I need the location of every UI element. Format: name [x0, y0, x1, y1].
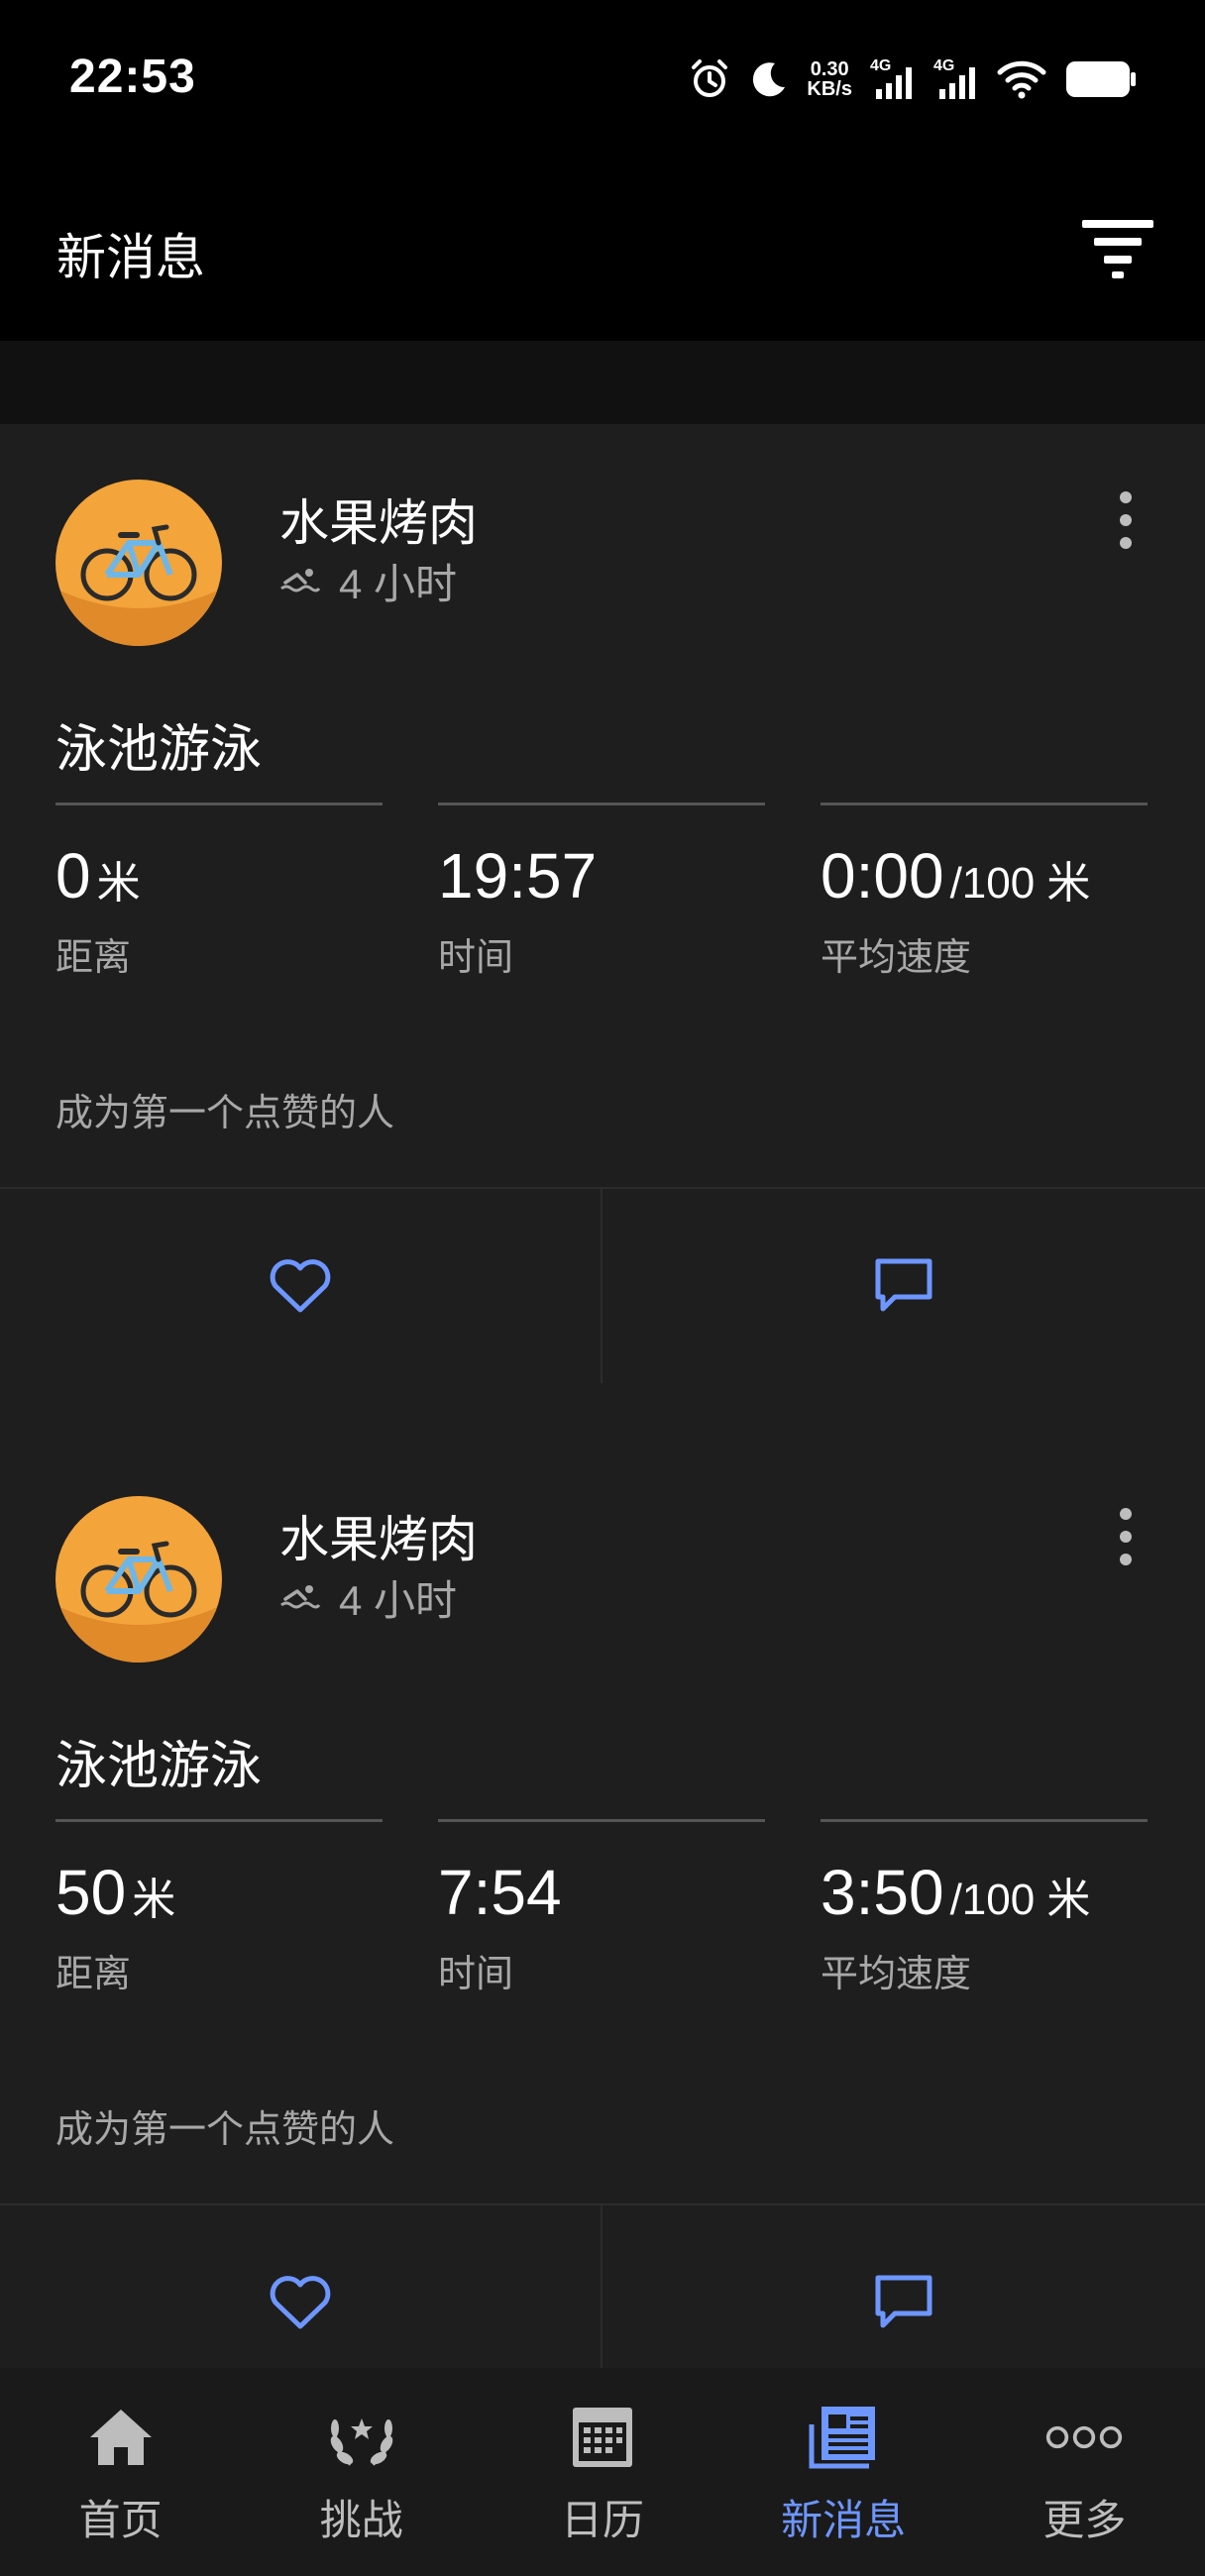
status-time: 22:53: [69, 51, 196, 103]
action-bar: [0, 1187, 1205, 1383]
stat-value: 50: [55, 1857, 127, 1928]
stats-row: 0米 距离 19:57 时间 0:00/100 米 平均速度: [55, 803, 1150, 981]
stat-value: 7:54: [438, 1857, 562, 1928]
like-prompt: 成为第一个点赞的人: [55, 1093, 395, 1134]
nav-item-challenges[interactable]: 挑战: [241, 2368, 482, 2576]
bicycle-icon: [55, 1541, 222, 1663]
stat-label: 距离: [55, 1954, 132, 1995]
activity-title[interactable]: 泳池游泳: [55, 707, 262, 782]
signal-icon: 4G: [933, 57, 979, 101]
more-vertical-icon: [1120, 491, 1132, 503]
action-bar: [0, 2203, 1205, 2368]
stat-value: 19:57: [438, 840, 598, 912]
like-button[interactable]: [0, 1189, 602, 1383]
battery-icon: [1066, 61, 1136, 97]
more-options-button[interactable]: [1106, 485, 1146, 555]
nav-item-more[interactable]: 更多: [964, 2368, 1205, 2576]
stat-label: 平均速度: [821, 1954, 972, 1995]
stat-label: 平均速度: [821, 937, 972, 979]
stat-distance: 0米 距离: [55, 803, 383, 981]
status-icons: 0.30 KB/s 4G 4G: [688, 52, 1138, 107]
nav-label: 日历: [560, 2497, 644, 2543]
activity-card: 水果烤肉 4 小时 泳池游泳 0米 距离 19:57 时间 0:00/100 米: [0, 424, 1205, 1466]
activity-card: 水果烤肉 4 小时 泳池游泳 50 米 距离 7:54 时间 3:50/100 米: [0, 1441, 1205, 2368]
signal-icon: 4G: [870, 57, 916, 101]
avatar[interactable]: [55, 480, 222, 646]
swim-icon: [280, 568, 321, 591]
nav-label: 更多: [1042, 2497, 1127, 2543]
nav-label: 首页: [78, 2497, 163, 2543]
home-icon: [89, 2410, 152, 2465]
more-dots-icon: [1046, 2425, 1123, 2449]
wifi-icon: [997, 60, 1046, 99]
calendar-icon: [572, 2408, 632, 2467]
comment-icon: [875, 2275, 932, 2328]
like-prompt: 成为第一个点赞的人: [55, 2109, 395, 2151]
comment-button[interactable]: [602, 2205, 1205, 2368]
activity-feed[interactable]: 水果烤肉 4 小时 泳池游泳 0米 距离 19:57 时间 0:00/100 米: [0, 341, 1205, 2368]
nav-label: 新消息: [781, 2497, 907, 2543]
heart-icon: [270, 2276, 331, 2329]
user-name[interactable]: 水果烤肉: [279, 1500, 478, 1571]
comment-button[interactable]: [602, 1189, 1205, 1383]
stat-unit: /100 米: [949, 1876, 1091, 1924]
page-title: 新消息: [56, 230, 205, 285]
stat-unit: 米: [132, 1876, 176, 1924]
swim-icon: [280, 1584, 321, 1608]
stat-label: 距离: [55, 937, 132, 979]
time-ago: 4 小时: [339, 1577, 458, 1624]
newsfeed-icon: [809, 2407, 876, 2469]
stat-unit: /100 米: [949, 859, 1091, 908]
nav-label: 挑战: [319, 2497, 403, 2543]
filter-icon: [1082, 220, 1153, 278]
filter-button[interactable]: [1078, 208, 1157, 287]
network-speed: 0.30 KB/s: [807, 58, 852, 100]
nav-item-home[interactable]: 首页: [0, 2368, 241, 2576]
comment-icon: [875, 1258, 932, 1312]
time-ago: 4 小时: [339, 561, 458, 607]
user-name[interactable]: 水果烤肉: [279, 483, 478, 555]
status-bar: 22:53 0.30 KB/s 4G 4G: [0, 0, 1205, 149]
more-vertical-icon: [1120, 1508, 1132, 1520]
activity-meta: 4 小时: [279, 551, 457, 611]
heart-icon: [270, 1259, 331, 1313]
stat-time: 7:54 时间: [438, 1819, 765, 1997]
stat-label: 时间: [438, 937, 514, 979]
like-button[interactable]: [0, 2205, 602, 2368]
stat-avg-pace: 0:00/100 米 平均速度: [821, 803, 1148, 981]
more-options-button[interactable]: [1106, 1502, 1146, 1571]
app-header: 新消息: [0, 149, 1205, 341]
alarm-icon: [692, 59, 728, 97]
nav-item-newsfeed[interactable]: 新消息: [723, 2368, 964, 2576]
stat-value: 3:50: [821, 1857, 944, 1928]
stat-value: 0: [55, 840, 91, 912]
stat-distance: 50 米 距离: [55, 1819, 383, 1997]
stats-row: 50 米 距离 7:54 时间 3:50/100 米 平均速度: [55, 1819, 1150, 1997]
bicycle-icon: [55, 524, 222, 646]
stat-avg-pace: 3:50/100 米 平均速度: [821, 1819, 1148, 1997]
nav-item-calendar[interactable]: 日历: [482, 2368, 722, 2576]
bottom-nav: 首页 挑战 日历 新消息 更多: [0, 2368, 1205, 2576]
stat-label: 时间: [438, 1954, 514, 1995]
activity-title[interactable]: 泳池游泳: [55, 1724, 262, 1798]
laurel-icon: [330, 2418, 393, 2466]
stat-unit: 米: [96, 859, 141, 908]
activity-meta: 4 小时: [279, 1567, 457, 1628]
stat-value: 0:00: [821, 840, 944, 912]
moon-icon: [753, 62, 786, 97]
avatar[interactable]: [55, 1496, 222, 1663]
stat-time: 19:57 时间: [438, 803, 765, 981]
